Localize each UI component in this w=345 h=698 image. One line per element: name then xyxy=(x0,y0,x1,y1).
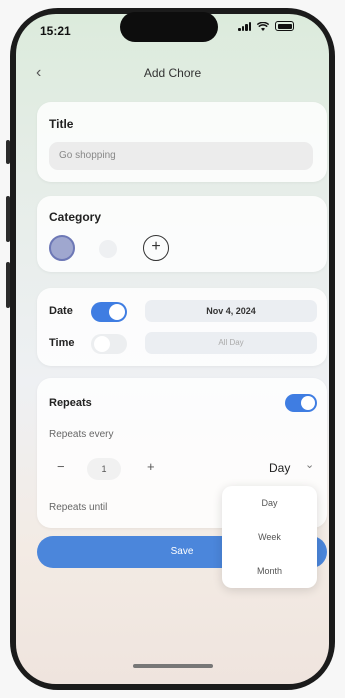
dropdown-option-day[interactable]: Day xyxy=(222,486,317,520)
repeats-label: Repeats xyxy=(49,397,92,409)
chevron-down-icon[interactable]: ⌄ xyxy=(305,458,314,471)
repeat-unit-select[interactable]: Day xyxy=(269,461,290,475)
category-option-selected[interactable] xyxy=(49,235,75,261)
title-card: Title Go shopping xyxy=(37,102,327,182)
battery-icon xyxy=(275,21,294,31)
signal-icon xyxy=(238,21,251,31)
wifi-icon xyxy=(257,21,269,31)
side-button-volume-down xyxy=(6,262,10,308)
status-time: 15:21 xyxy=(40,24,71,38)
datetime-card: Date Nov 4, 2024 Time All Day xyxy=(37,288,327,366)
status-icons xyxy=(238,21,294,31)
dynamic-island xyxy=(120,12,218,42)
date-label: Date xyxy=(49,305,73,317)
add-category-button[interactable]: + xyxy=(143,235,169,261)
stepper-minus-button[interactable]: − xyxy=(57,459,65,474)
time-toggle[interactable] xyxy=(91,334,127,354)
repeats-until-label: Repeats until xyxy=(49,502,108,513)
title-input[interactable]: Go shopping xyxy=(49,142,313,170)
stepper-plus-button[interactable]: + xyxy=(147,459,155,474)
page-title: Add Chore xyxy=(143,66,202,80)
dropdown-option-month[interactable]: Month xyxy=(222,554,317,588)
repeats-toggle[interactable] xyxy=(285,394,317,412)
home-indicator xyxy=(133,664,213,668)
side-button-volume-up xyxy=(6,196,10,242)
date-toggle[interactable] xyxy=(91,302,127,322)
date-field[interactable]: Nov 4, 2024 xyxy=(145,300,317,322)
side-button-mute xyxy=(6,140,10,164)
repeat-unit-dropdown: Day Week Month xyxy=(222,486,317,588)
category-label: Category xyxy=(49,210,102,224)
dropdown-option-week[interactable]: Week xyxy=(222,520,317,554)
time-field[interactable]: All Day xyxy=(145,332,317,354)
title-label: Title xyxy=(49,117,74,131)
repeat-count[interactable]: 1 xyxy=(87,458,121,480)
repeats-every-label: Repeats every xyxy=(49,429,114,440)
category-card: Category + xyxy=(37,196,327,272)
category-option[interactable] xyxy=(99,240,117,258)
time-label: Time xyxy=(49,337,75,349)
